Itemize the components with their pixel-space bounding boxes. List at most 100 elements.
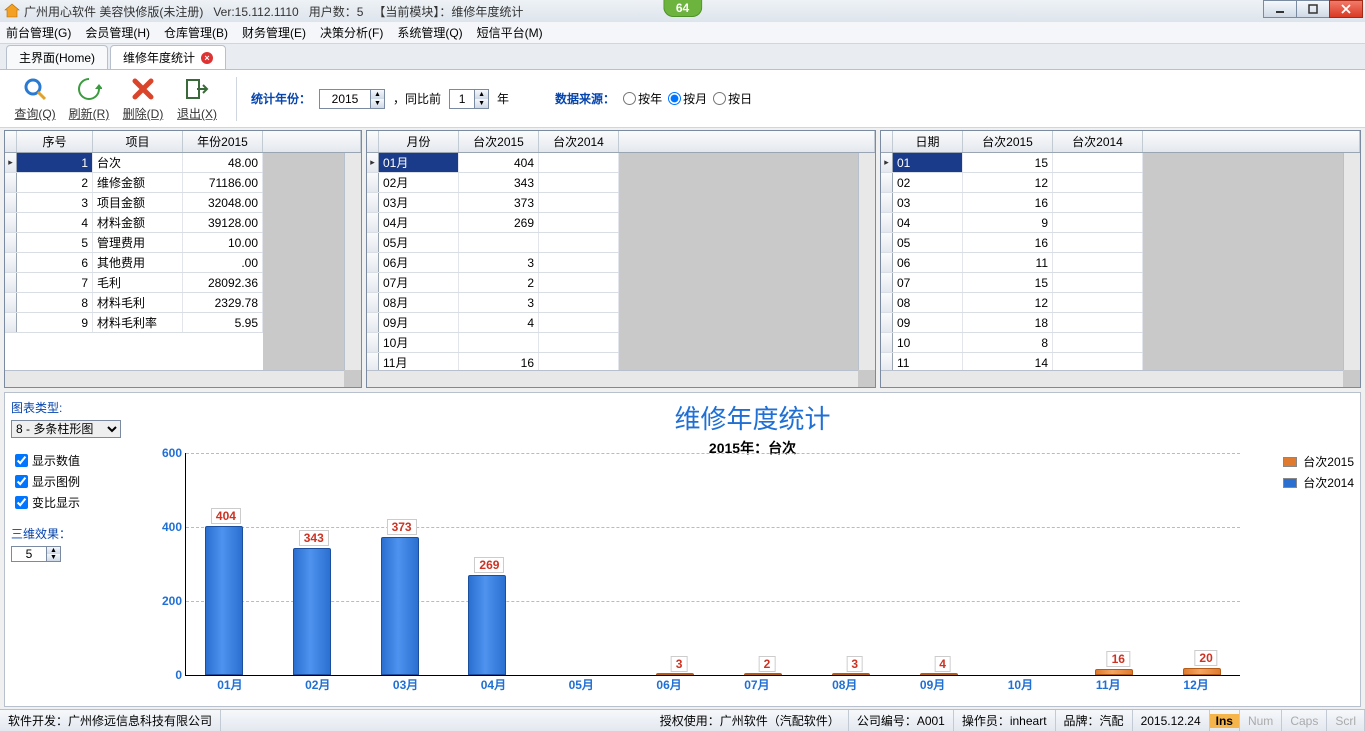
minimize-button[interactable] bbox=[1263, 0, 1297, 18]
3d-input[interactable] bbox=[12, 547, 46, 561]
day-grid[interactable]: 日期 台次2015 台次2014 01150212031604905160611… bbox=[880, 130, 1361, 388]
chart-panel: 图表类型: 8 - 多条柱形图 显示数值 显示图例 变比显示 三维效果： ▲▼ … bbox=[4, 392, 1361, 707]
menu-item[interactable]: 财务管理(E) bbox=[242, 24, 306, 41]
bar bbox=[920, 673, 958, 675]
window-title: 广州用心软件 美容快修版(未注册) Ver:15.112.1110 用户数：5 … bbox=[24, 3, 523, 20]
scrollbar-v[interactable] bbox=[858, 153, 875, 370]
chart-type-select[interactable]: 8 - 多条柱形图 bbox=[11, 420, 121, 438]
3d-up[interactable]: ▲ bbox=[46, 547, 60, 554]
compare-spinner[interactable]: ▲▼ bbox=[449, 89, 489, 109]
toolbar: 查询(Q) 刷新(R) 删除(D) 退出(X) 统计年份： ▲▼ ，同比前 ▲▼… bbox=[0, 70, 1365, 128]
query-button[interactable]: 查询(Q) bbox=[10, 75, 60, 122]
exit-button[interactable]: 退出(X) bbox=[172, 75, 222, 122]
status-comp: 公司编号：A001 bbox=[849, 710, 954, 731]
delete-icon bbox=[129, 75, 157, 103]
col-d2014[interactable]: 台次2014 bbox=[1053, 131, 1143, 152]
radio-by-day[interactable]: 按日 bbox=[713, 90, 752, 107]
summary-grid[interactable]: 序号 项目 年份2015 1台次48.002维修金额71186.003项目金额3… bbox=[4, 130, 362, 388]
scrollbar-h[interactable] bbox=[5, 370, 344, 387]
menu-item[interactable]: 系统管理(Q) bbox=[397, 24, 462, 41]
scrollbar-v[interactable] bbox=[344, 153, 361, 370]
chk-var-display[interactable]: 变比显示 bbox=[15, 494, 139, 511]
status-bar: 软件开发：广州修远信息科技有限公司 授权使用：广州软件（汽配软件） 公司编号：A… bbox=[0, 709, 1365, 731]
compare-suffix: 年 bbox=[497, 90, 509, 107]
chart-type-label: 图表类型: bbox=[11, 399, 139, 416]
scrollbar-h[interactable] bbox=[367, 370, 858, 387]
bar bbox=[656, 673, 694, 675]
compare-input[interactable] bbox=[450, 90, 474, 108]
menu-item[interactable]: 决策分析(F) bbox=[320, 24, 383, 41]
year-input[interactable] bbox=[320, 90, 370, 108]
delete-button[interactable]: 删除(D) bbox=[118, 75, 168, 122]
col-2014[interactable]: 台次2014 bbox=[539, 131, 619, 152]
col-seq[interactable]: 序号 bbox=[17, 131, 93, 152]
tab-close-icon[interactable]: × bbox=[201, 52, 213, 64]
status-date: 2015.12.24 bbox=[1133, 710, 1210, 731]
legend-2014: 台次2014 bbox=[1303, 474, 1354, 491]
menu-bar: 前台管理(G) 会员管理(H) 仓库管理(B) 财务管理(E) 决策分析(F) … bbox=[0, 22, 1365, 44]
maximize-button[interactable] bbox=[1296, 0, 1330, 18]
tab-home[interactable]: 主界面(Home) bbox=[6, 45, 108, 69]
status-oper: 操作员：inheart bbox=[954, 710, 1056, 731]
scrollbar-h[interactable] bbox=[881, 370, 1343, 387]
month-grid[interactable]: 月份 台次2015 台次2014 01月40402月34303月37304月26… bbox=[366, 130, 876, 388]
year-label: 统计年份： bbox=[251, 90, 311, 107]
tab-repair-stats[interactable]: 维修年度统计 × bbox=[110, 45, 226, 69]
3d-down[interactable]: ▼ bbox=[46, 554, 60, 561]
3d-spinner[interactable]: ▲▼ bbox=[11, 546, 61, 562]
chk-show-values[interactable]: 显示数值 bbox=[15, 452, 139, 469]
tab-strip: 主界面(Home) 维修年度统计 × bbox=[0, 44, 1365, 70]
menu-item[interactable]: 短信平台(M) bbox=[477, 24, 543, 41]
status-scrl: Scrl bbox=[1327, 710, 1365, 731]
3d-label: 三维效果： bbox=[11, 525, 139, 542]
col-date[interactable]: 日期 bbox=[893, 131, 963, 152]
year-down[interactable]: ▼ bbox=[370, 99, 384, 108]
source-label: 数据来源： bbox=[555, 90, 615, 107]
status-caps: Caps bbox=[1282, 710, 1327, 731]
chart-sidebar: 图表类型: 8 - 多条柱形图 显示数值 显示图例 变比显示 三维效果： ▲▼ bbox=[5, 393, 145, 706]
radio-by-year[interactable]: 按年 bbox=[623, 90, 662, 107]
bar bbox=[1183, 668, 1221, 675]
bar bbox=[468, 575, 506, 675]
bar bbox=[381, 537, 419, 675]
badge-64: 64 bbox=[663, 0, 702, 17]
menu-item[interactable]: 前台管理(G) bbox=[6, 24, 71, 41]
search-icon bbox=[21, 75, 49, 103]
col-d2015[interactable]: 台次2015 bbox=[963, 131, 1053, 152]
chk-show-legend[interactable]: 显示图例 bbox=[15, 473, 139, 490]
refresh-icon bbox=[75, 75, 103, 103]
status-brand: 品牌：汽配 bbox=[1056, 710, 1133, 731]
chart-legend: 台次2015 台次2014 bbox=[1283, 453, 1354, 491]
grids-area: 序号 项目 年份2015 1台次48.002维修金额71186.003项目金额3… bbox=[0, 128, 1365, 390]
bar bbox=[744, 673, 782, 675]
chart-main: 维修年度统计 2015年：台次 020040060001月02月03月04月05… bbox=[145, 393, 1360, 706]
compare-down[interactable]: ▼ bbox=[474, 99, 488, 108]
bar bbox=[832, 673, 870, 675]
separator bbox=[236, 77, 237, 121]
status-ins: Ins bbox=[1210, 714, 1239, 728]
chart-plot: 020040060001月02月03月04月05月06月07月08月09月10月… bbox=[185, 453, 1240, 676]
year-up[interactable]: ▲ bbox=[370, 90, 384, 99]
col-month[interactable]: 月份 bbox=[379, 131, 459, 152]
year-spinner[interactable]: ▲▼ bbox=[319, 89, 385, 109]
app-icon bbox=[4, 3, 20, 19]
bar bbox=[205, 526, 243, 675]
status-num: Num bbox=[1240, 710, 1282, 731]
status-dev: 软件开发：广州修远信息科技有限公司 bbox=[0, 710, 221, 731]
bar bbox=[293, 548, 331, 675]
bar bbox=[1095, 669, 1133, 675]
title-bar: 广州用心软件 美容快修版(未注册) Ver:15.112.1110 用户数：5 … bbox=[0, 0, 1365, 22]
scrollbar-v[interactable] bbox=[1343, 153, 1360, 370]
col-2015[interactable]: 台次2015 bbox=[459, 131, 539, 152]
close-button[interactable] bbox=[1329, 0, 1363, 18]
col-item[interactable]: 项目 bbox=[93, 131, 183, 152]
radio-by-month[interactable]: 按月 bbox=[668, 90, 707, 107]
refresh-button[interactable]: 刷新(R) bbox=[64, 75, 114, 122]
chart-title: 维修年度统计 bbox=[145, 399, 1360, 436]
menu-item[interactable]: 会员管理(H) bbox=[85, 24, 150, 41]
col-year2015[interactable]: 年份2015 bbox=[183, 131, 263, 152]
menu-item[interactable]: 仓库管理(B) bbox=[164, 24, 228, 41]
compare-up[interactable]: ▲ bbox=[474, 90, 488, 99]
exit-icon bbox=[183, 75, 211, 103]
status-auth: 授权使用：广州软件（汽配软件） bbox=[652, 710, 849, 731]
